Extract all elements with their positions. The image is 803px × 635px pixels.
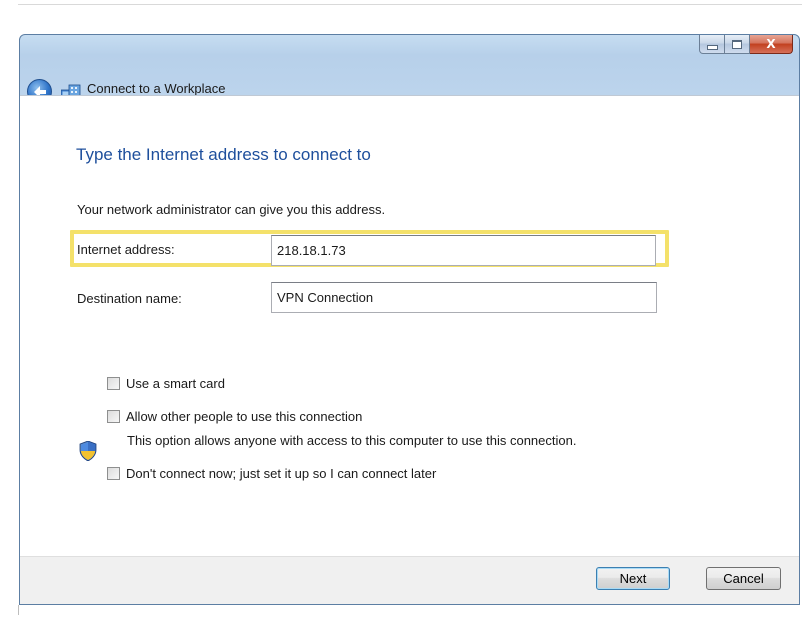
allow-others-option[interactable]: Allow other people to use this connectio… [107,409,362,424]
close-button[interactable]: X [750,35,793,54]
intro-text: Your network administrator can give you … [77,202,386,217]
destination-name-label: Destination name: [77,291,182,306]
window-title: Connect to a Workplace [87,81,226,96]
smart-card-checkbox[interactable] [107,377,120,390]
destination-name-input[interactable]: VPN Connection [271,282,657,313]
cancel-button[interactable]: Cancel [706,567,781,590]
allow-others-description: This option allows anyone with access to… [127,433,577,448]
smart-card-option[interactable]: Use a smart card [107,376,225,391]
maximize-button[interactable] [725,35,750,54]
button-bar: Next Cancel [20,556,799,604]
internet-address-label: Internet address: [77,242,175,257]
connect-later-checkbox[interactable] [107,467,120,480]
page-heading: Type the Internet address to connect to [76,145,371,164]
maximize-icon [732,39,742,49]
internet-address-input[interactable]: 218.18.1.73 [271,235,656,266]
allow-others-checkbox[interactable] [107,410,120,423]
minimize-icon [706,44,718,50]
wizard-content: Type the Internet address to connect to … [20,95,799,557]
page-bottom-border [18,605,19,615]
page-top-border [18,4,802,5]
uac-shield-icon [79,441,97,461]
next-button[interactable]: Next [596,567,670,590]
dialog-window: X Connect to a Workplace Type the Intern… [19,34,800,605]
minimize-button[interactable] [699,35,725,54]
close-icon: X [766,37,776,51]
allow-others-label: Allow other people to use this connectio… [126,409,363,424]
connect-later-option[interactable]: Don't connect now; just set it up so I c… [107,466,436,481]
smart-card-label: Use a smart card [126,376,225,391]
caption-buttons: X [699,35,793,54]
connect-later-label: Don't connect now; just set it up so I c… [126,466,437,481]
